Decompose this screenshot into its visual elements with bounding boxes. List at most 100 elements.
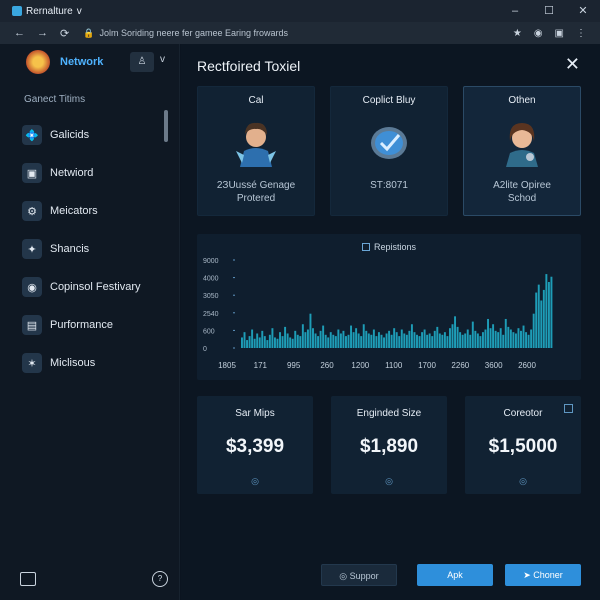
star-icon[interactable]: ★: [513, 28, 522, 39]
chart-bar: [342, 330, 345, 348]
stat-value: $1,5000: [488, 436, 558, 457]
x-tick-label: 995: [287, 361, 301, 370]
stat-label: Enginded Size: [356, 408, 422, 419]
x-tick-label: 3600: [485, 361, 503, 370]
brand-logo-icon: [26, 50, 50, 74]
chart-bar: [332, 334, 335, 348]
stat-value: $1,890: [359, 436, 419, 457]
profile-card-cal[interactable]: Cal 2ЗUussé Genage Protered: [197, 86, 315, 216]
chart-bar: [372, 329, 375, 348]
sidebar-item-purformance[interactable]: ▤ Purformance: [22, 306, 167, 344]
chart-bar: [517, 328, 520, 348]
sidebar-item-copinsol-festivary[interactable]: ◉ Copinsol Festivary: [22, 268, 167, 306]
chart-bar: [487, 318, 489, 348]
info-icon[interactable]: ◉: [534, 28, 543, 39]
sidebar-item-netwiord[interactable]: ▣ Netwiord: [22, 154, 167, 192]
chart-bar: [256, 333, 259, 348]
x-tick-label: 1700: [418, 361, 436, 370]
sidebar-list: 💠 Galicids ▣ Netwiord ⚙ Meicators ✦ Shan…: [22, 116, 167, 382]
bar-chart: 9000 4000 3050 2540 600 0 1805 171 995 260 1200 110…: [203, 258, 553, 370]
chart-bar: [525, 332, 528, 348]
x-tick-label: 1100: [385, 361, 403, 370]
stat-card-coreotor: Coreotor $1,5000 ◎: [465, 396, 581, 494]
chart-bar: [241, 337, 243, 348]
main-panel: Rectfoired Toxiel ✕ Cal 2ЗUussé Genage P…: [181, 44, 600, 600]
chart-bar: [441, 334, 444, 348]
send-icon: ➤: [523, 570, 534, 580]
profile-card-coplict-bluy[interactable]: Coplict Bluy SТ:8071: [330, 86, 448, 216]
chart-bar: [284, 326, 287, 348]
maximize-button[interactable]: ☐: [532, 0, 566, 22]
chart-bar: [289, 337, 292, 348]
sidebar-item-miclisous[interactable]: ✶ Miclisous: [22, 344, 167, 382]
legend-label: Repistions: [373, 242, 417, 252]
stat-value: $3,399: [225, 436, 285, 457]
x-tick-label: 1805: [218, 361, 236, 370]
chevron-down-icon[interactable]: v: [77, 6, 82, 17]
help-icon[interactable]: ?: [152, 571, 168, 587]
chart-bar: [547, 282, 550, 348]
stat-label: Coreotor: [503, 408, 543, 419]
checkbox-icon: [361, 243, 370, 251]
chart-bar: [345, 336, 347, 348]
chevron-down-icon[interactable]: v: [160, 54, 165, 65]
chart-bar: [542, 289, 545, 348]
coin-icon: ◎: [519, 476, 527, 486]
terminal-icon[interactable]: [20, 572, 36, 586]
chart-bar: [347, 334, 350, 348]
chart-bar: [492, 324, 495, 348]
apk-button[interactable]: Apk: [417, 564, 493, 586]
chart-bar: [403, 333, 406, 348]
forward-button[interactable]: →: [37, 27, 48, 40]
sidebar-item-meicators[interactable]: ⚙ Meicators: [22, 192, 167, 230]
support-button[interactable]: ◎ Suppor: [321, 564, 397, 586]
section-title: Ganect Titims: [24, 94, 86, 105]
chart-bar: [301, 324, 304, 348]
chart-bar: [273, 337, 276, 348]
chart-bar: [438, 333, 441, 348]
brand[interactable]: Network: [26, 50, 103, 74]
reload-button[interactable]: ⟳: [60, 27, 69, 40]
close-icon[interactable]: ✕: [565, 54, 580, 75]
chart-bar: [291, 338, 294, 348]
chart-bar: [393, 328, 396, 348]
chart-bar: [352, 332, 355, 348]
chart-bar: [507, 326, 510, 348]
sidebar-item-label: Miclisous: [50, 357, 96, 369]
lock-icon: 🔒: [83, 27, 95, 38]
chart-panel: Repistions 9000 4000 3050 2540 600 0 1805 171 99…: [197, 234, 581, 380]
menu-icon[interactable]: ⋮: [576, 28, 586, 39]
chart-bar: [489, 328, 492, 348]
chart-bar: [294, 330, 297, 348]
stat-card-enginded-size: Enginded Size $1,890 ◎: [331, 396, 447, 494]
extension-icon[interactable]: ▣: [555, 28, 564, 39]
url-field[interactable]: 🔒 Jolm Soriding neere fer gamee Earing f…: [83, 28, 288, 39]
browser-tab[interactable]: Rernalture v: [0, 6, 82, 17]
profile-card-othen[interactable]: Othen A2lite Opiree Schod: [463, 86, 581, 216]
chart-bar: [461, 334, 464, 348]
y-tick-label: 9000: [203, 258, 219, 265]
gem-icon: 💠: [22, 125, 42, 145]
chart-bar: [535, 292, 538, 348]
sidebar-item-galicids[interactable]: 💠 Galicids: [22, 116, 167, 154]
choner-button[interactable]: ➤ Choner: [505, 564, 581, 586]
chart-bar: [416, 334, 418, 348]
chart-bar: [443, 332, 446, 348]
user-button[interactable]: ♙: [130, 52, 154, 72]
chart-legend[interactable]: Repistions: [197, 242, 581, 252]
chart-bar: [466, 329, 469, 348]
gear-icon: ⚙: [22, 201, 42, 221]
network-icon: ▣: [22, 163, 42, 183]
y-tick-label: 0: [203, 346, 207, 353]
chart-bar: [263, 336, 266, 348]
sidebar-item-label: Purformance: [50, 319, 113, 331]
minimize-button[interactable]: –: [498, 0, 532, 22]
stat-label: Sar Mips: [235, 408, 275, 419]
sidebar-item-shancis[interactable]: ✦ Shancis: [22, 230, 167, 268]
chart-bar: [545, 274, 548, 348]
close-window-button[interactable]: ✕: [566, 0, 600, 22]
title-bar: Rernalture v – ☐ ✕: [0, 0, 600, 22]
chart-bar: [530, 329, 533, 348]
chart-bar: [319, 330, 322, 348]
back-button[interactable]: ←: [14, 27, 25, 40]
